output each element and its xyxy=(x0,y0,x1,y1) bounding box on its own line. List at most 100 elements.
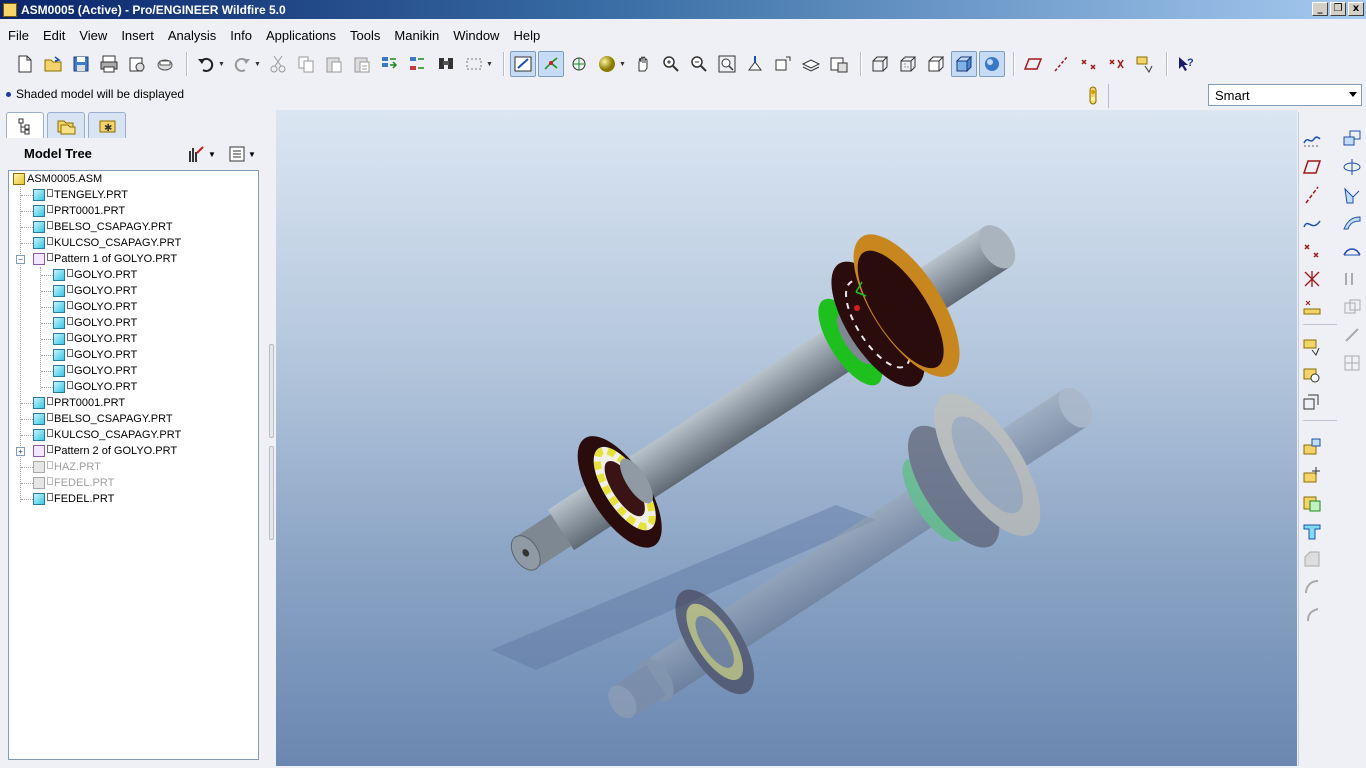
redo-icon[interactable] xyxy=(229,51,255,77)
tree-item-belso-csapagy[interactable]: BELSO_CSAPAGY.PRT xyxy=(33,219,173,235)
tree-item-kulcso-csapagy[interactable]: KULCSO_CSAPAGY.PRT xyxy=(33,427,181,443)
tree-item-golyo[interactable]: GOLYO.PRT xyxy=(53,379,137,395)
refit-icon[interactable] xyxy=(714,51,740,77)
menu-help[interactable]: Help xyxy=(506,28,547,43)
tree-item-golyo[interactable]: GOLYO.PRT xyxy=(53,299,137,315)
tree-item-fedel-suppressed[interactable]: FEDEL.PRT xyxy=(33,475,114,491)
redo-dropdown-icon[interactable]: ▼ xyxy=(254,61,262,68)
regenerate-icon[interactable] xyxy=(377,51,403,77)
tree-item-fedel[interactable]: FEDEL.PRT xyxy=(33,491,114,507)
menu-info[interactable]: Info xyxy=(223,28,259,43)
context-help-icon[interactable]: ? xyxy=(1173,51,1199,77)
package-icon[interactable] xyxy=(1301,492,1323,514)
select-dropdown-icon[interactable]: ▼ xyxy=(486,61,494,68)
tree-settings-icon[interactable]: ▼ xyxy=(186,144,216,164)
menu-insert[interactable]: Insert xyxy=(114,28,161,43)
revolve-icon[interactable] xyxy=(1341,156,1363,178)
find-icon[interactable] xyxy=(433,51,459,77)
zoom-in-icon[interactable] xyxy=(658,51,684,77)
curve-icon[interactable] xyxy=(1301,212,1323,234)
pan-icon[interactable] xyxy=(630,51,656,77)
minimize-button[interactable]: _ xyxy=(1312,2,1328,16)
menu-manikin[interactable]: Manikin xyxy=(387,28,446,43)
plane-icon[interactable] xyxy=(1301,156,1323,178)
erase-icon[interactable] xyxy=(152,51,178,77)
layers-icon[interactable] xyxy=(798,51,824,77)
offset-icon[interactable] xyxy=(1341,296,1363,318)
menu-file[interactable]: File xyxy=(0,28,36,43)
spin-center-icon[interactable] xyxy=(538,51,564,77)
menu-applications[interactable]: Applications xyxy=(259,28,343,43)
open-icon[interactable] xyxy=(40,51,66,77)
chamfer-icon[interactable] xyxy=(1301,576,1323,598)
no-hidden-icon[interactable] xyxy=(923,51,949,77)
new-icon[interactable] xyxy=(12,51,38,77)
regen-manager-icon[interactable] xyxy=(405,51,431,77)
menu-analysis[interactable]: Analysis xyxy=(161,28,223,43)
thicken-icon[interactable] xyxy=(1341,324,1363,346)
sweep-icon[interactable] xyxy=(1341,184,1363,206)
sketch-icon[interactable] xyxy=(1301,128,1323,150)
tree-show-icon[interactable]: ▼ xyxy=(228,144,258,164)
favorites-tab-icon[interactable]: ✱ xyxy=(88,112,126,138)
tree-item-haz[interactable]: HAZ.PRT xyxy=(33,459,101,475)
wireframe-icon[interactable] xyxy=(867,51,893,77)
appearance-icon[interactable] xyxy=(594,51,620,77)
create-component-icon[interactable] xyxy=(1301,464,1323,486)
tree-item-belso-csapagy[interactable]: BELSO_CSAPAGY.PRT xyxy=(33,411,173,427)
expand-icon[interactable]: + xyxy=(16,446,25,456)
zoom-out-icon[interactable] xyxy=(686,51,712,77)
tree-item-prt0001[interactable]: PRT0001.PRT xyxy=(33,395,125,411)
undo-icon[interactable] xyxy=(193,51,219,77)
menu-window[interactable]: Window xyxy=(446,28,506,43)
tree-item-golyo[interactable]: GOLYO.PRT xyxy=(53,283,137,299)
restore-button[interactable]: ❐ xyxy=(1330,2,1346,16)
undo-dropdown-icon[interactable]: ▼ xyxy=(218,61,226,68)
send-icon[interactable] xyxy=(124,51,150,77)
reorient-icon[interactable] xyxy=(742,51,768,77)
assemble-icon[interactable] xyxy=(1301,436,1323,458)
orient-mode-icon[interactable] xyxy=(566,51,592,77)
appearance-dropdown-icon[interactable]: ▼ xyxy=(619,61,627,68)
tree-item-asm0005[interactable]: ASM0005.ASM xyxy=(13,171,102,187)
saved-views-icon[interactable] xyxy=(770,51,796,77)
component-placement-icon[interactable] xyxy=(1301,364,1323,386)
hole-icon[interactable] xyxy=(1301,520,1323,542)
shaded-icon[interactable] xyxy=(951,51,977,77)
draft-icon[interactable] xyxy=(1301,604,1323,626)
solidify-icon[interactable] xyxy=(1341,268,1363,290)
round-icon[interactable] xyxy=(1301,548,1323,570)
extrude-icon[interactable] xyxy=(1301,392,1323,414)
tree-item-pattern-1[interactable]: − Pattern 1 of GOLYO.PRT xyxy=(16,251,177,267)
datum-planes-icon[interactable] xyxy=(1020,51,1046,77)
splitter-grip[interactable] xyxy=(269,344,274,438)
hidden-line-icon[interactable] xyxy=(895,51,921,77)
boundary-blend-icon[interactable] xyxy=(1341,240,1363,262)
tree-item-golyo[interactable]: GOLYO.PRT xyxy=(53,267,137,283)
tree-item-prt0001[interactable]: PRT0001.PRT xyxy=(33,203,125,219)
save-icon[interactable] xyxy=(68,51,94,77)
close-button[interactable]: x xyxy=(1348,2,1364,16)
copy-icon[interactable] xyxy=(293,51,319,77)
tree-item-tengely[interactable]: TENGELY.PRT xyxy=(33,187,128,203)
menu-tools[interactable]: Tools xyxy=(343,28,387,43)
menu-edit[interactable]: Edit xyxy=(36,28,72,43)
axis-icon[interactable] xyxy=(1301,184,1323,206)
splitter-grip[interactable] xyxy=(269,446,274,540)
repaint-icon[interactable] xyxy=(510,51,536,77)
paste-special-icon[interactable] xyxy=(349,51,375,77)
annotations-icon[interactable] xyxy=(1132,51,1158,77)
print-icon[interactable] xyxy=(96,51,122,77)
tree-item-golyo[interactable]: GOLYO.PRT xyxy=(53,315,137,331)
datum-axes-icon[interactable] xyxy=(1048,51,1074,77)
tree-item-golyo[interactable]: GOLYO.PRT xyxy=(53,363,137,379)
tree-item-golyo[interactable]: GOLYO.PRT xyxy=(53,347,137,363)
view-manager-icon[interactable] xyxy=(826,51,852,77)
selection-filter-select[interactable]: Smart xyxy=(1208,84,1362,106)
tree-item-pattern-2[interactable]: + Pattern 2 of GOLYO.PRT xyxy=(16,443,177,459)
enhanced-realism-icon[interactable] xyxy=(979,51,1005,77)
point-icon[interactable] xyxy=(1301,240,1323,262)
menu-view[interactable]: View xyxy=(72,28,114,43)
csys-icon[interactable] xyxy=(1104,51,1130,77)
panel-splitter[interactable] xyxy=(268,344,274,540)
